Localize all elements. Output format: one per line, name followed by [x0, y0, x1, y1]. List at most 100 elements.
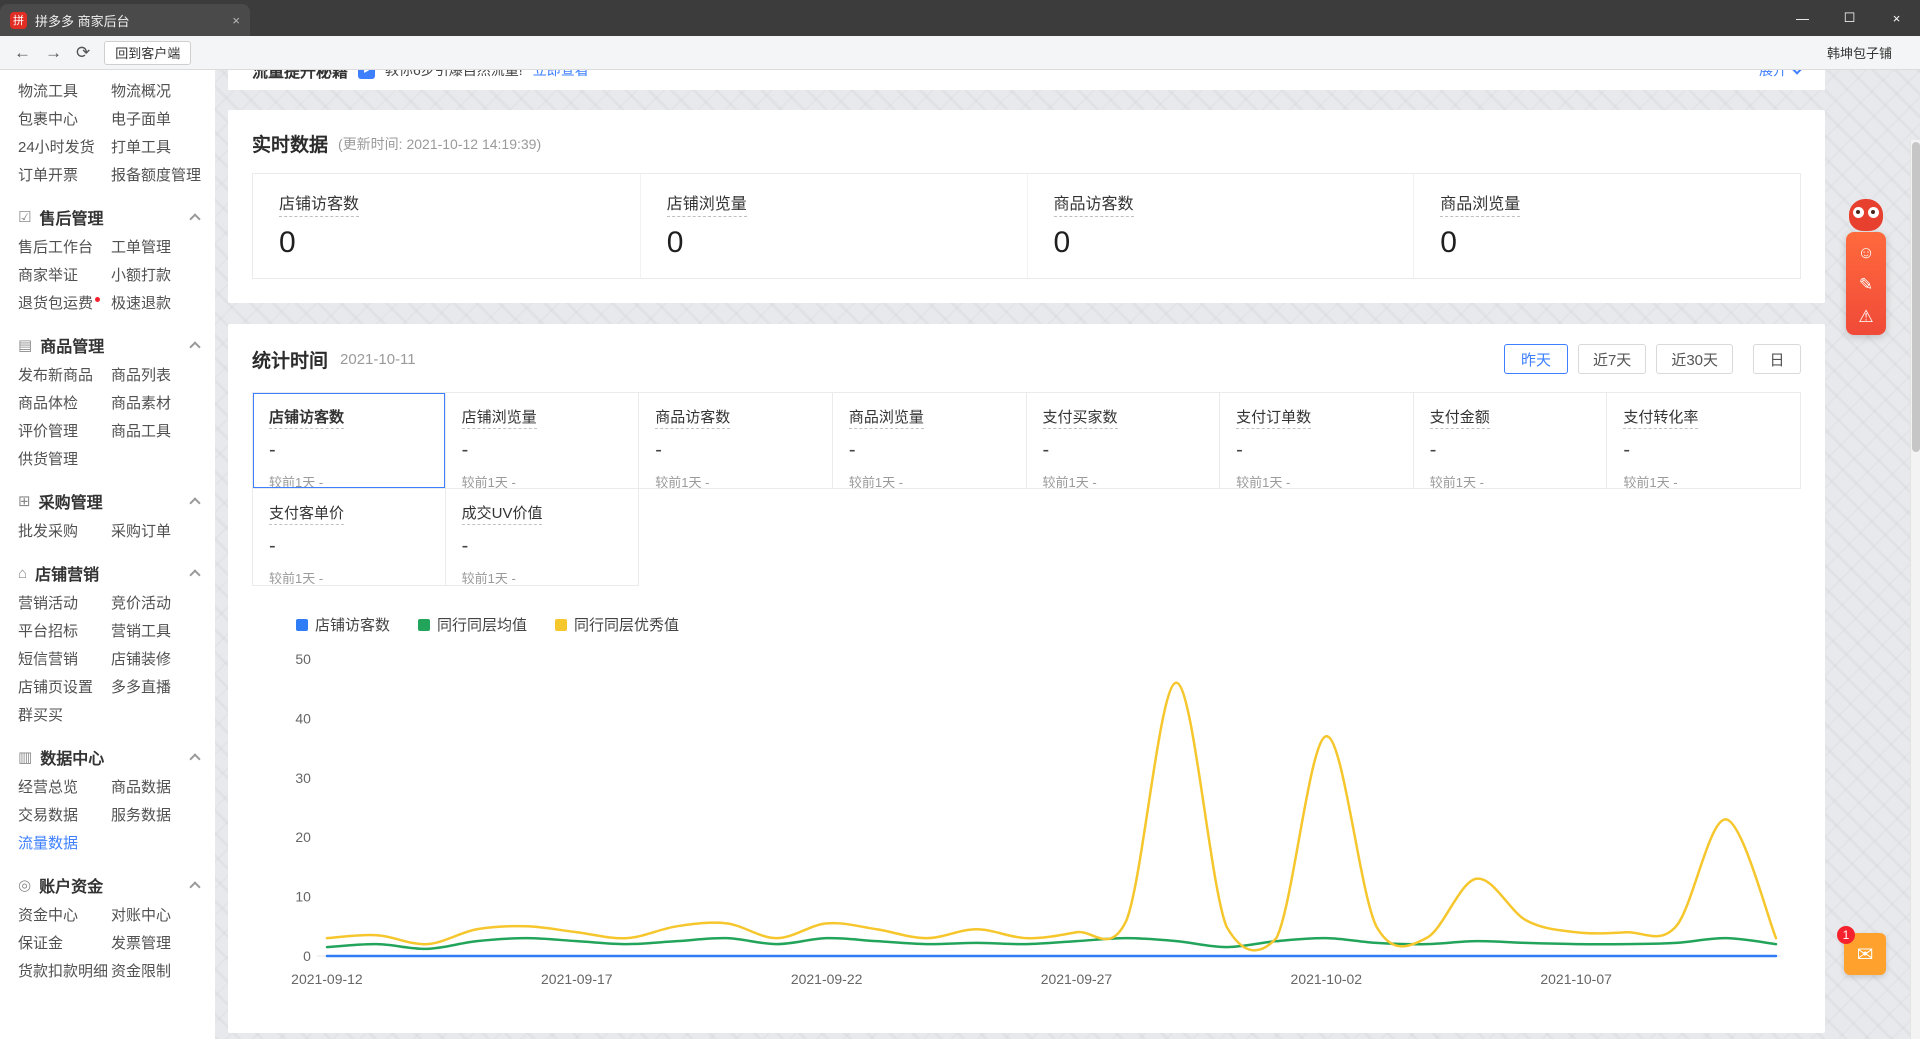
sidebar-section-header[interactable]: ☑售后管理	[0, 202, 215, 232]
legend-swatch-icon	[296, 619, 308, 631]
legend-item[interactable]: 同行同层优秀值	[555, 614, 679, 635]
metric-tab[interactable]: 支付客单价-较前1天 -	[252, 489, 446, 586]
range-button[interactable]: 近30天	[1656, 344, 1733, 374]
range-button[interactable]: 近7天	[1578, 344, 1646, 374]
sidebar-item[interactable]: 24小时发货	[18, 136, 111, 157]
sidebar-item[interactable]: 小额打款	[111, 264, 171, 285]
sidebar-item[interactable]: 平台招标	[18, 620, 111, 641]
sidebar-item[interactable]: 商品素材	[111, 392, 171, 413]
sidebar-row: 平台招标营销工具	[0, 616, 215, 644]
sidebar-item[interactable]: 货款扣款明细	[18, 960, 111, 981]
sidebar-item[interactable]: 资金中心	[18, 904, 111, 925]
banner-expand-link[interactable]: 展开	[1759, 70, 1801, 80]
sidebar-item[interactable]: 工单管理	[111, 236, 171, 257]
sidebar-item[interactable]: 物流概况	[111, 80, 171, 101]
minimize-button[interactable]: —	[1779, 0, 1826, 36]
sidebar-item[interactable]: 包裹中心	[18, 108, 111, 129]
metric-tab[interactable]: 商品浏览量-较前1天 -	[833, 392, 1027, 489]
sidebar-item[interactable]: 报备额度管理	[111, 164, 201, 185]
stats-card: 统计时间 2021-10-11 昨天近7天近30天 日 店铺访客数-较前1天 -…	[228, 324, 1825, 1033]
traffic-chart: 010203040502021-09-122021-09-172021-09-2…	[252, 641, 1801, 1003]
legend-item[interactable]: 同行同层均值	[418, 614, 527, 635]
sidebar-item[interactable]: 服务数据	[111, 804, 171, 825]
metric-tab[interactable]: 支付买家数-较前1天 -	[1027, 392, 1221, 489]
sidebar-item[interactable]: 商品工具	[111, 420, 171, 441]
sidebar-item[interactable]: 群买买	[18, 704, 63, 725]
sidebar-item[interactable]: 供货管理	[18, 448, 78, 469]
metric-tabs: 店铺访客数-较前1天 -店铺浏览量-较前1天 -商品访客数-较前1天 -商品浏览…	[252, 392, 1801, 586]
sidebar-item[interactable]: 打单工具	[111, 136, 171, 157]
sidebar-item[interactable]: 订单开票	[18, 164, 111, 185]
sidebar-item[interactable]: 售后工作台	[18, 236, 111, 257]
metric-label[interactable]: 商品访客数	[1054, 196, 1134, 217]
sidebar-item[interactable]: 资金限制	[111, 960, 171, 981]
page-scrollbar[interactable]	[1910, 140, 1920, 1039]
metric-tab-label: 支付买家数	[1043, 409, 1118, 429]
sidebar-nav: 物流工具物流概况包裹中心电子面单24小时发货打单工具订单开票报备额度管理 ☑售后管…	[0, 70, 215, 1039]
sidebar-item[interactable]: 保证金	[18, 932, 111, 953]
customer-service-icon[interactable]: ☺	[1857, 244, 1874, 261]
mail-button[interactable]: 1 ✉	[1844, 933, 1886, 975]
banner-view-link[interactable]: 立即查看	[533, 70, 589, 80]
legend-item[interactable]: 店铺访客数	[296, 614, 390, 635]
sidebar-item[interactable]: 商品体检	[18, 392, 111, 413]
metric-tab-label: 店铺访客数	[269, 409, 344, 429]
sidebar-section-header[interactable]: ▥数据中心	[0, 742, 215, 772]
maximize-button[interactable]: ☐	[1826, 0, 1873, 36]
metric-tab-label: 商品访客数	[655, 409, 730, 429]
sidebar-item[interactable]: 退货包运费	[18, 292, 111, 313]
sidebar-item[interactable]: 竞价活动	[111, 592, 171, 613]
forward-icon[interactable]: →	[45, 44, 62, 61]
metric-tab[interactable]: 成交UV价值-较前1天 -	[446, 489, 640, 586]
sidebar-item[interactable]: 店铺页设置	[18, 676, 111, 697]
metric-tab[interactable]: 支付金额-较前1天 -	[1414, 392, 1608, 489]
sidebar-item[interactable]: 店铺装修	[111, 648, 171, 669]
sidebar-item[interactable]: 发布新商品	[18, 364, 111, 385]
sidebar-section-header[interactable]: ▤商品管理	[0, 330, 215, 360]
refresh-icon[interactable]: ⟳	[76, 44, 90, 61]
metric-tab[interactable]: 商品访客数-较前1天 -	[639, 392, 833, 489]
metric-label[interactable]: 店铺浏览量	[667, 196, 747, 217]
metric-tab[interactable]: 店铺浏览量-较前1天 -	[446, 392, 640, 489]
metric-tab[interactable]: 店铺访客数-较前1天 -	[252, 392, 446, 489]
sidebar-item[interactable]: 对账中心	[111, 904, 171, 925]
sidebar-section-header[interactable]: ⊞采购管理	[0, 486, 215, 516]
metric-tab[interactable]: 支付转化率-较前1天 -	[1607, 392, 1801, 489]
edit-icon[interactable]: ✎	[1859, 276, 1873, 293]
close-button[interactable]: ×	[1873, 0, 1920, 36]
sidebar-item[interactable]: 物流工具	[18, 80, 111, 101]
sidebar-item[interactable]: 营销活动	[18, 592, 111, 613]
tab-close-icon[interactable]: ×	[232, 13, 240, 28]
sidebar-section-header[interactable]: ◎账户资金	[0, 870, 215, 900]
metric-label[interactable]: 店铺访客数	[279, 196, 359, 217]
sidebar-item[interactable]: 批发采购	[18, 520, 111, 541]
warning-icon[interactable]: ⚠	[1858, 308, 1873, 325]
sidebar-item[interactable]: 商品数据	[111, 776, 171, 797]
metric-tab[interactable]: 支付订单数-较前1天 -	[1220, 392, 1414, 489]
sidebar-item[interactable]: 交易数据	[18, 804, 111, 825]
sidebar-item[interactable]: 评价管理	[18, 420, 111, 441]
metric-label[interactable]: 商品浏览量	[1440, 196, 1520, 217]
sidebar-item[interactable]: 电子面单	[111, 108, 171, 129]
sidebar-item[interactable]: 发票管理	[111, 932, 171, 953]
sidebar-item[interactable]: 经营总览	[18, 776, 111, 797]
sidebar-section-header[interactable]: ⌂店铺营销	[0, 558, 215, 588]
metric-tab-value: -	[462, 535, 623, 558]
range-buttons: 昨天近7天近30天	[1494, 344, 1733, 374]
back-icon[interactable]: ←	[14, 44, 31, 61]
browser-tab[interactable]: 拼 拼多多 商家后台 ×	[0, 4, 250, 36]
svg-text:20: 20	[295, 829, 311, 845]
sidebar-item[interactable]: 多多直播	[111, 676, 171, 697]
sidebar-item[interactable]: 商家举证	[18, 264, 111, 285]
scrollbar-thumb[interactable]	[1912, 142, 1920, 452]
sidebar-item[interactable]: 采购订单	[111, 520, 171, 541]
sidebar-item[interactable]: 营销工具	[111, 620, 171, 641]
sidebar-item[interactable]: 短信营销	[18, 648, 111, 669]
sidebar-item[interactable]: 极速退款	[111, 292, 171, 313]
sidebar-item[interactable]: 流量数据	[18, 832, 78, 853]
sidebar-row: 店铺页设置多多直播	[0, 672, 215, 700]
day-button[interactable]: 日	[1753, 344, 1801, 374]
back-to-client-button[interactable]: 回到客户端	[104, 41, 191, 65]
range-button[interactable]: 昨天	[1504, 344, 1568, 374]
sidebar-item[interactable]: 商品列表	[111, 364, 171, 385]
